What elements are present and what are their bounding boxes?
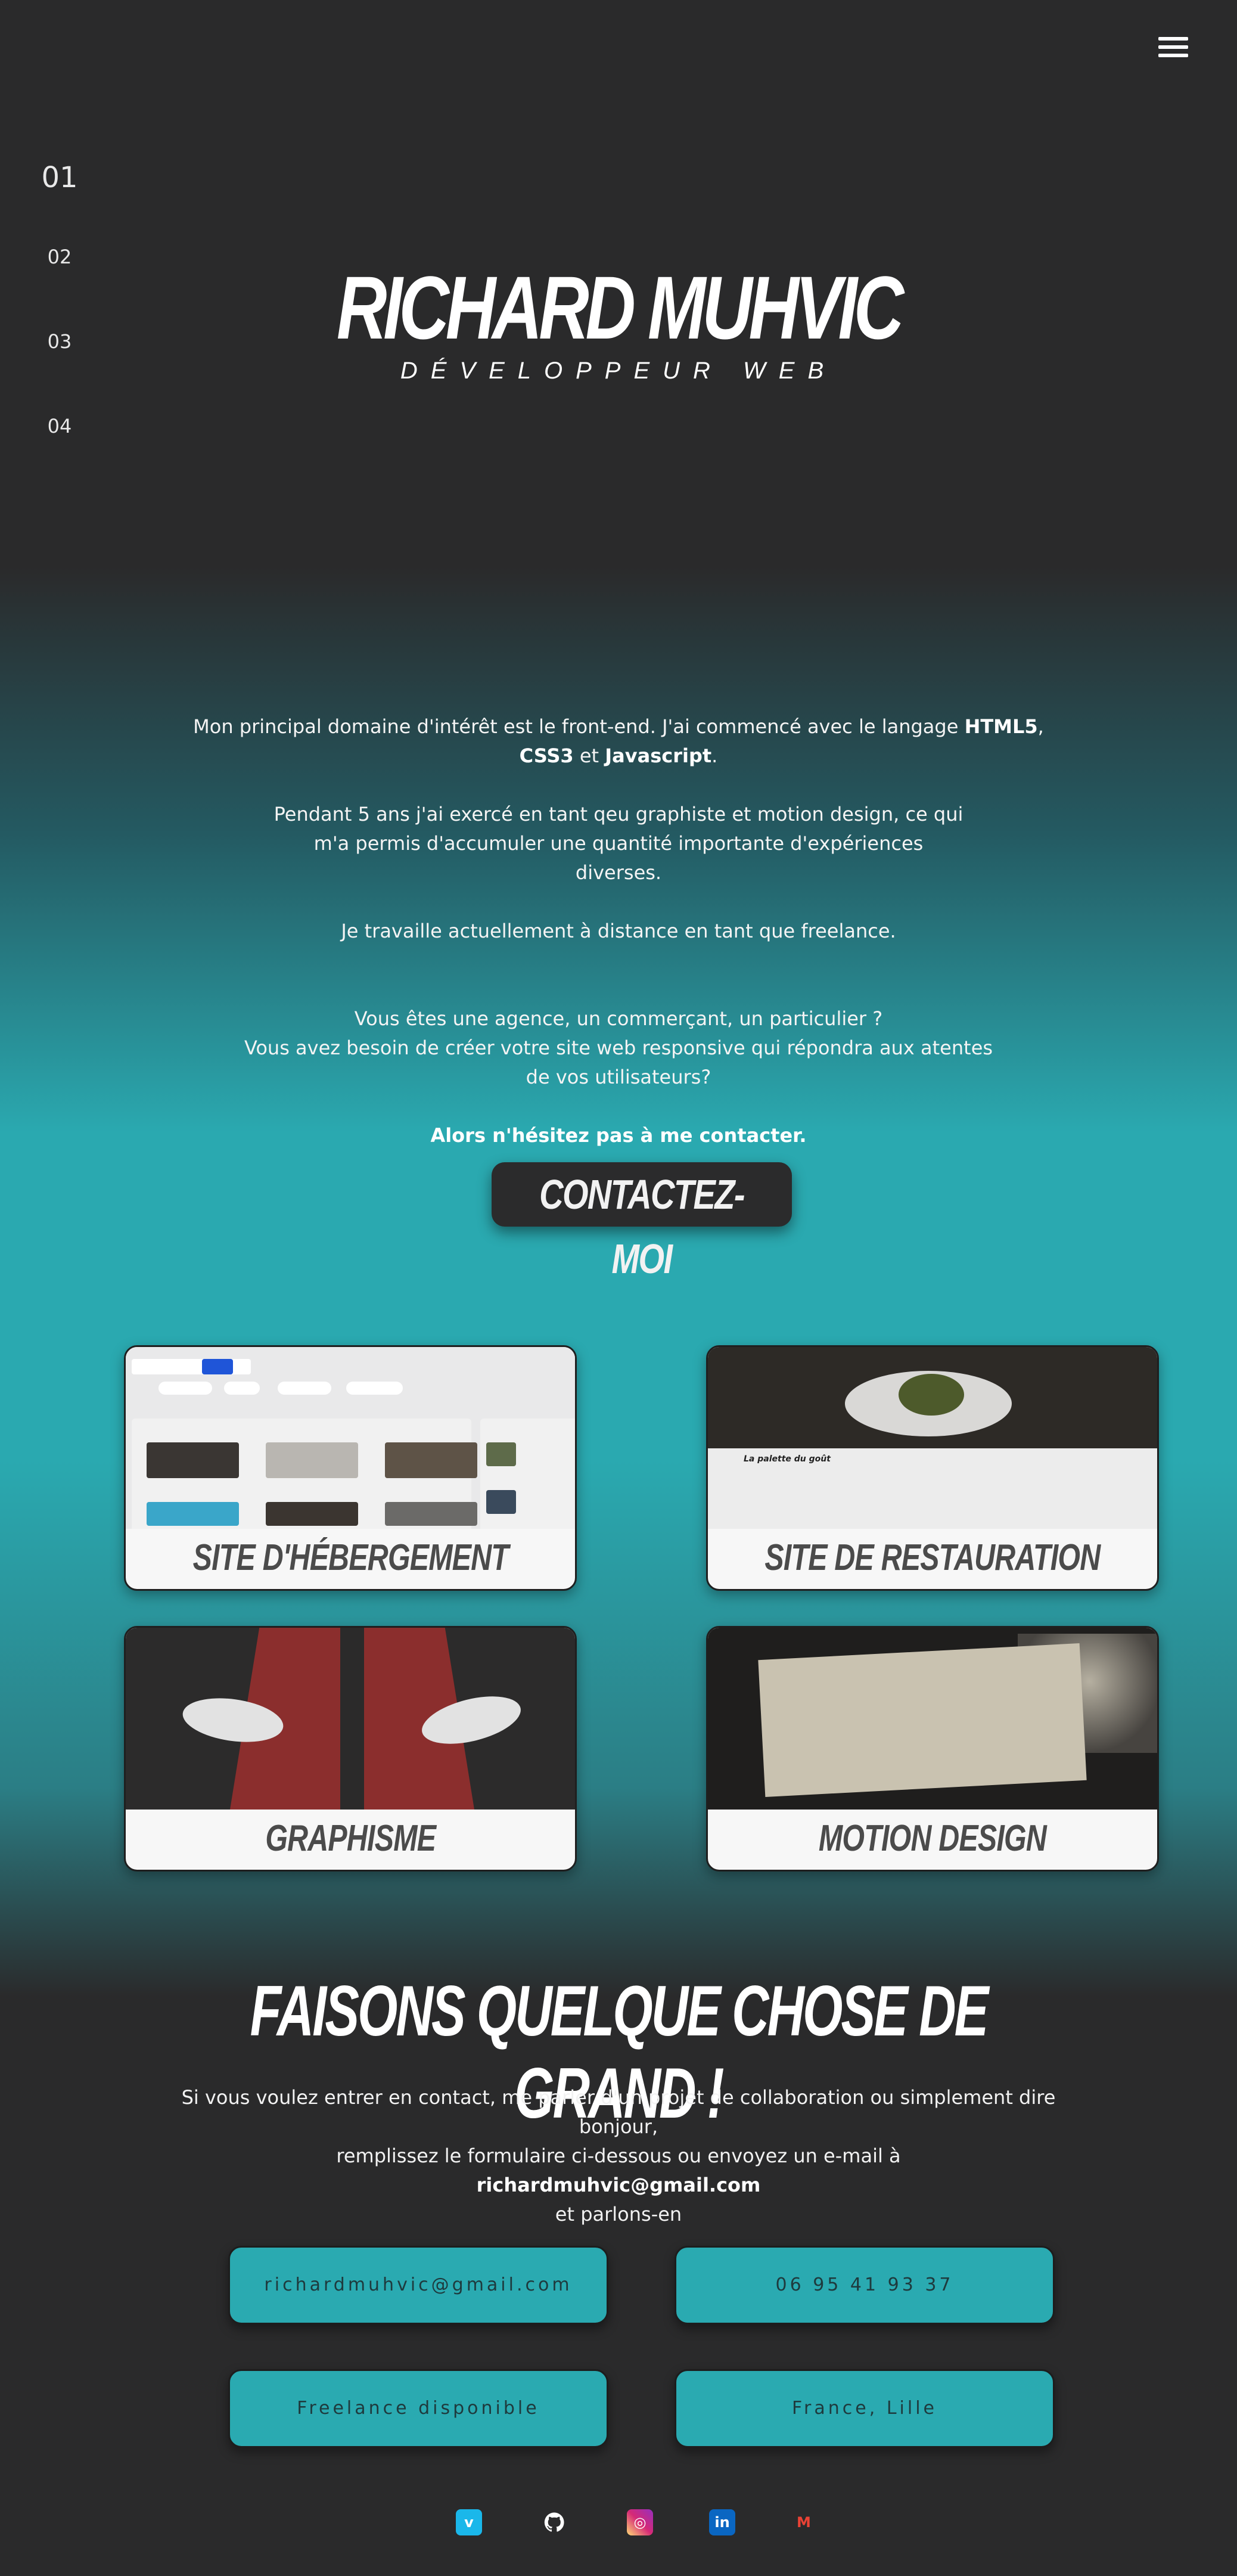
- intro-paragraph-1: Mon principal domaine d'intérêt est le f…: [179, 712, 1058, 771]
- intro-text-part: .: [711, 744, 718, 767]
- intro-text-part: et: [573, 744, 605, 767]
- project-label-hebergement: SITE D'HÉBERGEMENT: [126, 1527, 575, 1589]
- contact-text-line-1: Si vous voulez entrer en contact, me par…: [181, 2086, 1056, 2138]
- location-box: France, Lille: [675, 2369, 1055, 2448]
- intro-question-1: Vous êtes une agence, un commerçant, un …: [354, 1007, 883, 1030]
- project-label-text: SITE DE RESTAURATION: [764, 1537, 1101, 1578]
- intro-question-2: Vous avez besoin de créer votre site web…: [244, 1036, 993, 1088]
- project-label-motion-design: MOTION DESIGN: [708, 1808, 1157, 1870]
- email-box[interactable]: richardmuhvic@gmail.com: [228, 2246, 608, 2324]
- keyword-javascript: Javascript: [605, 744, 712, 767]
- project-thumbnail-motion-design: [708, 1628, 1157, 1810]
- project-label-text: SITE D'HÉBERGEMENT: [192, 1537, 508, 1578]
- keyword-html5: HTML5: [964, 715, 1038, 738]
- contact-button-label: CONTACTEZ-MOI: [539, 1171, 745, 1282]
- keyword-css3: CSS3: [519, 744, 574, 767]
- intro-text: Mon principal domaine d'intérêt est le f…: [179, 712, 1058, 1180]
- availability-box: Freelance disponible: [228, 2369, 608, 2448]
- github-icon[interactable]: [541, 2509, 567, 2535]
- contact-email-text: richardmuhvic@gmail.com: [476, 2174, 761, 2196]
- instagram-icon[interactable]: ◎: [627, 2509, 653, 2535]
- section-nav-item-01[interactable]: 01: [36, 161, 83, 246]
- vimeo-icon[interactable]: v: [456, 2509, 482, 2535]
- project-card-motion-design[interactable]: MOTION DESIGN: [706, 1626, 1159, 1872]
- contact-text: Si vous voulez entrer en contact, me par…: [149, 2083, 1088, 2229]
- linkedin-icon[interactable]: in: [709, 2509, 735, 2535]
- intro-paragraph-4: Vous êtes une agence, un commerçant, un …: [179, 1004, 1058, 1092]
- contact-text-line-3: et parlons-en: [555, 2203, 682, 2226]
- project-thumbnail-restauration: La palette du goût: [708, 1347, 1157, 1529]
- project-label-restauration: SITE DE RESTAURATION: [708, 1527, 1157, 1589]
- intro-paragraph-3: Je travaille actuellement à distance en …: [341, 920, 896, 942]
- project-card-graphisme[interactable]: GRAPHISME: [124, 1626, 577, 1872]
- intro-cta-text: Alors n'hésitez pas à me contacter.: [179, 1121, 1058, 1150]
- contact-button[interactable]: CONTACTEZ-MOI: [492, 1162, 792, 1282]
- intro-cta-strong: Alors n'hésitez pas à me contacter.: [430, 1124, 807, 1147]
- project-card-restauration[interactable]: La palette du goût SITE DE RESTAURATION: [706, 1345, 1159, 1591]
- hamburger-menu-icon[interactable]: [1158, 37, 1188, 61]
- section-nav: 01 02 03 04: [36, 161, 83, 499]
- section-nav-item-02[interactable]: 02: [36, 246, 83, 330]
- intro-text-part: ,: [1037, 715, 1044, 738]
- section-nav-item-04[interactable]: 04: [36, 415, 83, 499]
- project-thumbnail-hebergement: [126, 1347, 575, 1529]
- intro-paragraph-2: Pendant 5 ans j'ai exercé en tant qeu gr…: [273, 803, 964, 884]
- hero-name: RICHARD MUHVIC: [336, 257, 904, 358]
- gmail-icon[interactable]: M: [791, 2509, 817, 2535]
- project-thumbnail-graphisme: [126, 1628, 575, 1810]
- contact-text-line-2: remplissez le formulaire ci-dessous ou e…: [336, 2144, 901, 2167]
- project-label-graphisme: GRAPHISME: [126, 1808, 575, 1870]
- project-card-hebergement[interactable]: SITE D'HÉBERGEMENT: [124, 1345, 577, 1591]
- project-label-text: MOTION DESIGN: [818, 1818, 1047, 1859]
- intro-text-part: Mon principal domaine d'intérêt est le f…: [193, 715, 965, 738]
- phone-box[interactable]: 06 95 41 93 37: [675, 2246, 1055, 2324]
- project-label-text: GRAPHISME: [265, 1818, 436, 1859]
- hero-subtitle: DÉVELOPPEUR WEB: [400, 358, 837, 384]
